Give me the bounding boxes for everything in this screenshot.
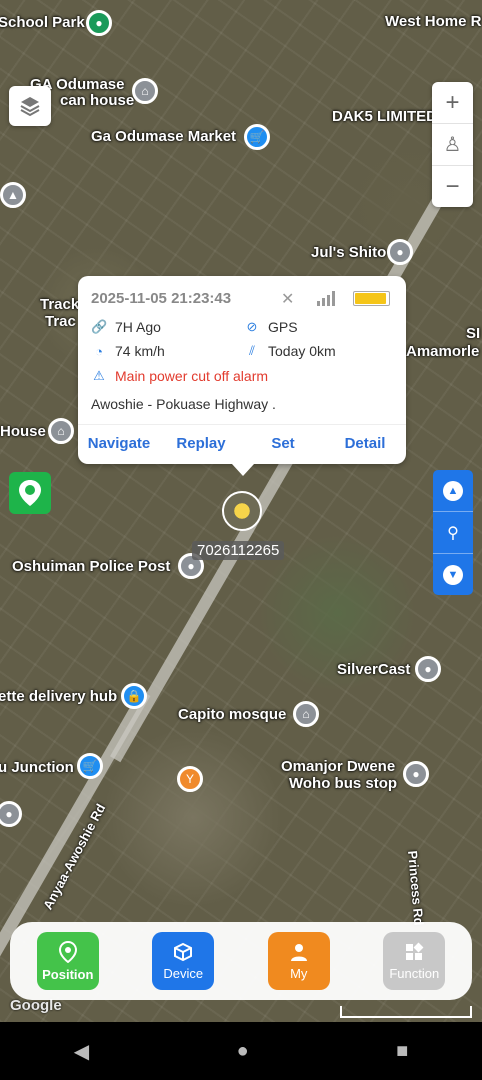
mileage-value: Today 0km (268, 343, 336, 359)
zoom-control: + ♙ − (432, 82, 473, 207)
zoom-out-button[interactable]: − (432, 166, 473, 207)
map-label: ette delivery hub (0, 688, 118, 705)
mosque-pin-icon[interactable]: ⌂ (293, 701, 319, 727)
map-label: Oshuiman Police Post (12, 558, 171, 575)
shop-pin-icon[interactable]: 🛒 (77, 753, 103, 779)
mileage-row: ⫽ Today 0km (244, 343, 336, 359)
vehicle-marker[interactable] (222, 491, 262, 531)
map-label: School Park (0, 14, 85, 31)
map-label: Jul's Shito (311, 244, 387, 261)
warning-icon: ⚠ (93, 368, 105, 383)
person-icon (290, 943, 307, 961)
nav-position-button[interactable]: Position (36, 932, 99, 990)
park-pin-icon[interactable]: ● (86, 10, 112, 36)
battery-level (355, 293, 387, 304)
map-label: Track (40, 296, 80, 313)
replay-button[interactable]: Replay (160, 425, 242, 465)
scroll-up-button[interactable]: ▲ (433, 470, 473, 512)
nav-my-label: My (290, 965, 308, 981)
road-label: Princess Rd (405, 850, 427, 927)
back-icon[interactable]: ◀ (74, 1039, 89, 1064)
layers-icon (20, 97, 40, 117)
navigate-button[interactable]: Navigate (78, 425, 160, 465)
last-report-time: 2025-11-05 21:23:43 (91, 290, 232, 307)
device-info-popup: 2025-11-05 21:23:43 ✕ 🔗 7H Ago ⊘ GPS ◔ 7… (78, 276, 406, 476)
map-label: Woho bus stop (289, 775, 398, 792)
positioning-value: GPS (268, 319, 298, 335)
system-nav-bar: ◀ ● ■ (0, 1022, 482, 1080)
speed-value: 74 km/h (115, 343, 165, 359)
popup-actions: Navigate Replay Set Detail (78, 424, 406, 465)
positioning-row: ⊘ GPS (244, 319, 298, 335)
nav-device-label: Device (163, 965, 204, 981)
map-label: Ga Odumase Market (91, 128, 237, 145)
nav-my-button[interactable]: My (267, 932, 330, 990)
bar-pin-icon[interactable]: Y (177, 766, 203, 792)
multi-pin-icon: ⚲ (447, 524, 459, 542)
map-label: can house (60, 92, 135, 109)
map-label: SilverCast (337, 661, 411, 678)
recents-icon[interactable]: ■ (396, 1040, 408, 1063)
right-tool-stack: ▲ ⚲ ▼ (433, 470, 473, 595)
location-pin-icon (19, 480, 41, 506)
home-icon[interactable]: ● (237, 1040, 249, 1063)
battery-icon (353, 291, 390, 306)
set-button[interactable]: Set (242, 425, 324, 465)
road-icon: ⫽ (249, 343, 255, 358)
app-logo-icon[interactable] (9, 472, 51, 514)
map-label: u Junction (0, 759, 74, 776)
market-pin-icon[interactable]: 🛒 (244, 124, 270, 150)
bottom-nav: Position Device My Function (10, 922, 472, 1000)
scroll-down-button[interactable]: ▼ (433, 554, 473, 595)
arrow-down-icon: ▼ (443, 564, 463, 585)
lock-pin-icon[interactable]: 🔒 (121, 683, 147, 709)
alarm-text: Main power cut off alarm (115, 368, 269, 384)
zoom-in-button[interactable]: + (432, 82, 473, 124)
nav-device-button[interactable]: Device (152, 932, 215, 990)
map-label: Amamorle (406, 343, 480, 360)
grid-icon (406, 942, 424, 960)
map-label: Capito mosque (178, 706, 287, 723)
nav-function-label: Function (389, 965, 440, 981)
pegman-icon: ♙ (443, 134, 462, 156)
speedometer-icon: ◔ (95, 343, 103, 359)
map-scale (340, 1006, 472, 1018)
map-label: SI (466, 325, 481, 342)
multi-location-button[interactable]: ⚲ (433, 512, 473, 554)
map-label: Trac (45, 313, 76, 330)
satellite-off-icon: ✕ (281, 291, 295, 308)
vehicle-id-label[interactable]: 7026112265 (192, 541, 285, 560)
nav-position-label: Position (42, 966, 94, 982)
map-label: House (0, 423, 46, 440)
street-view-button[interactable]: ♙ (432, 124, 473, 166)
place-pin-icon[interactable]: ● (387, 239, 413, 265)
cube-icon (174, 942, 193, 961)
place-pin-icon[interactable]: ⌂ (48, 418, 74, 444)
bus-stop-pin-icon[interactable]: ● (403, 761, 429, 787)
alarm-row: ⚠ Main power cut off alarm (91, 368, 268, 384)
map-label: West Home R (385, 13, 482, 30)
arrow-up-icon: ▲ (443, 480, 463, 501)
map-label: Omanjor Dwene (281, 758, 396, 775)
last-update-row: 🔗 7H Ago (91, 319, 161, 335)
layers-button[interactable] (9, 86, 51, 126)
speed-row: ◔ 74 km/h (91, 343, 165, 359)
map-label: DAK5 LIMITED (332, 108, 437, 125)
place-pin-icon[interactable]: ● (415, 656, 441, 682)
school-pin-icon[interactable]: ▲ (0, 182, 26, 208)
location-pin-icon (58, 940, 77, 963)
nav-function-button[interactable]: Function (383, 932, 446, 990)
address-text: Awoshie - Pokuase Highway . (91, 396, 276, 412)
satellite-icon: ⊘ (246, 319, 258, 334)
place-pin-icon[interactable]: ⌂ (132, 78, 158, 104)
last-update-value: 7H Ago (115, 319, 161, 335)
signal-icon (317, 291, 335, 306)
detail-button[interactable]: Detail (324, 425, 406, 465)
link-icon: 🔗 (91, 319, 108, 334)
place-pin-icon[interactable]: ● (0, 801, 22, 827)
